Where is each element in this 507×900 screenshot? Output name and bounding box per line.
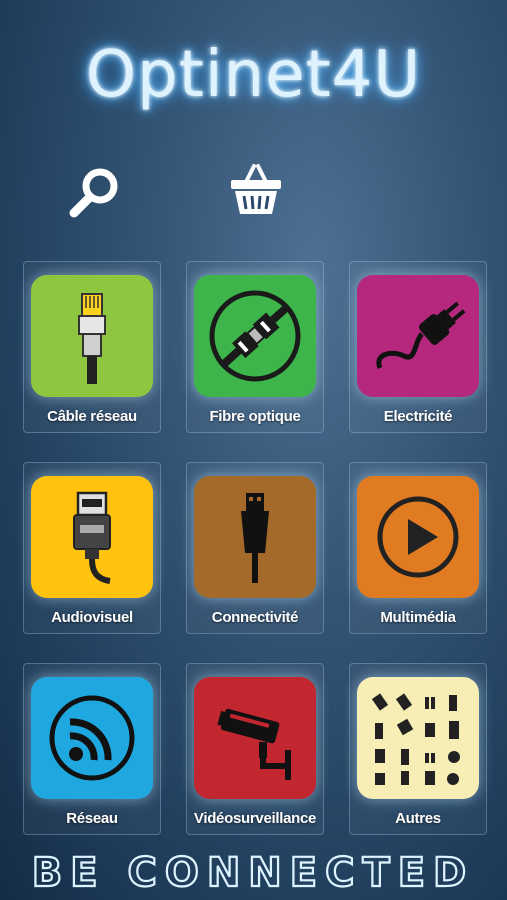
tile-label: Audiovisuel (51, 609, 133, 626)
tile-label: Autres (395, 810, 441, 827)
connectors-grid-icon (371, 693, 460, 785)
wifi-icon (49, 695, 135, 781)
tile-icon-box (357, 677, 479, 799)
tagline-text: BE CONNECTED (32, 850, 475, 896)
category-tile-autres[interactable]: Autres (349, 663, 487, 835)
category-tile-videosurveillance[interactable]: Vidéosurveillance (186, 663, 324, 835)
category-tile-connectivite[interactable]: Connectivité (186, 462, 324, 634)
tagline-banner: BE CONNECTED (0, 846, 507, 897)
tile-icon-box (357, 275, 479, 397)
tile-icon-box (357, 476, 479, 598)
ethernet-cable-icon (78, 293, 106, 384)
tile-label: Câble réseau (47, 408, 137, 425)
search-icon[interactable] (66, 162, 126, 222)
category-tile-cable-reseau[interactable]: Câble réseau (23, 261, 161, 433)
tile-label: Multimédia (380, 609, 456, 626)
app-screen: Optinet4U Câble réseau Fibre optique Ele… (0, 0, 507, 900)
tile-icon-box (31, 476, 153, 598)
tile-icon-box (194, 677, 316, 799)
tile-icon-box (194, 275, 316, 397)
app-logo: Optinet4U (85, 38, 422, 112)
security-camera-icon (217, 708, 291, 780)
fiber-optic-icon (209, 290, 301, 382)
tile-icon-box (31, 677, 153, 799)
tile-label: Connectivité (211, 609, 299, 626)
category-tile-fibre-optique[interactable]: Fibre optique (186, 261, 324, 433)
category-tile-electricite[interactable]: Electricité (349, 261, 487, 433)
tile-label: Réseau (66, 810, 118, 827)
power-plug-icon (376, 301, 466, 369)
category-tile-reseau[interactable]: Réseau (23, 663, 161, 835)
tile-label: Fibre optique (209, 408, 301, 425)
tile-label: Electricité (383, 408, 453, 425)
tile-label: Vidéosurveillance (193, 810, 317, 827)
usb-cable-icon (241, 493, 269, 583)
hdmi-cable-icon (73, 491, 111, 584)
category-tile-multimedia[interactable]: Multimédia (349, 462, 487, 634)
play-icon (377, 496, 459, 578)
shopping-basket-icon[interactable] (226, 158, 286, 218)
category-tile-audiovisuel[interactable]: Audiovisuel (23, 462, 161, 634)
tile-icon-box (31, 275, 153, 397)
tile-icon-box (194, 476, 316, 598)
